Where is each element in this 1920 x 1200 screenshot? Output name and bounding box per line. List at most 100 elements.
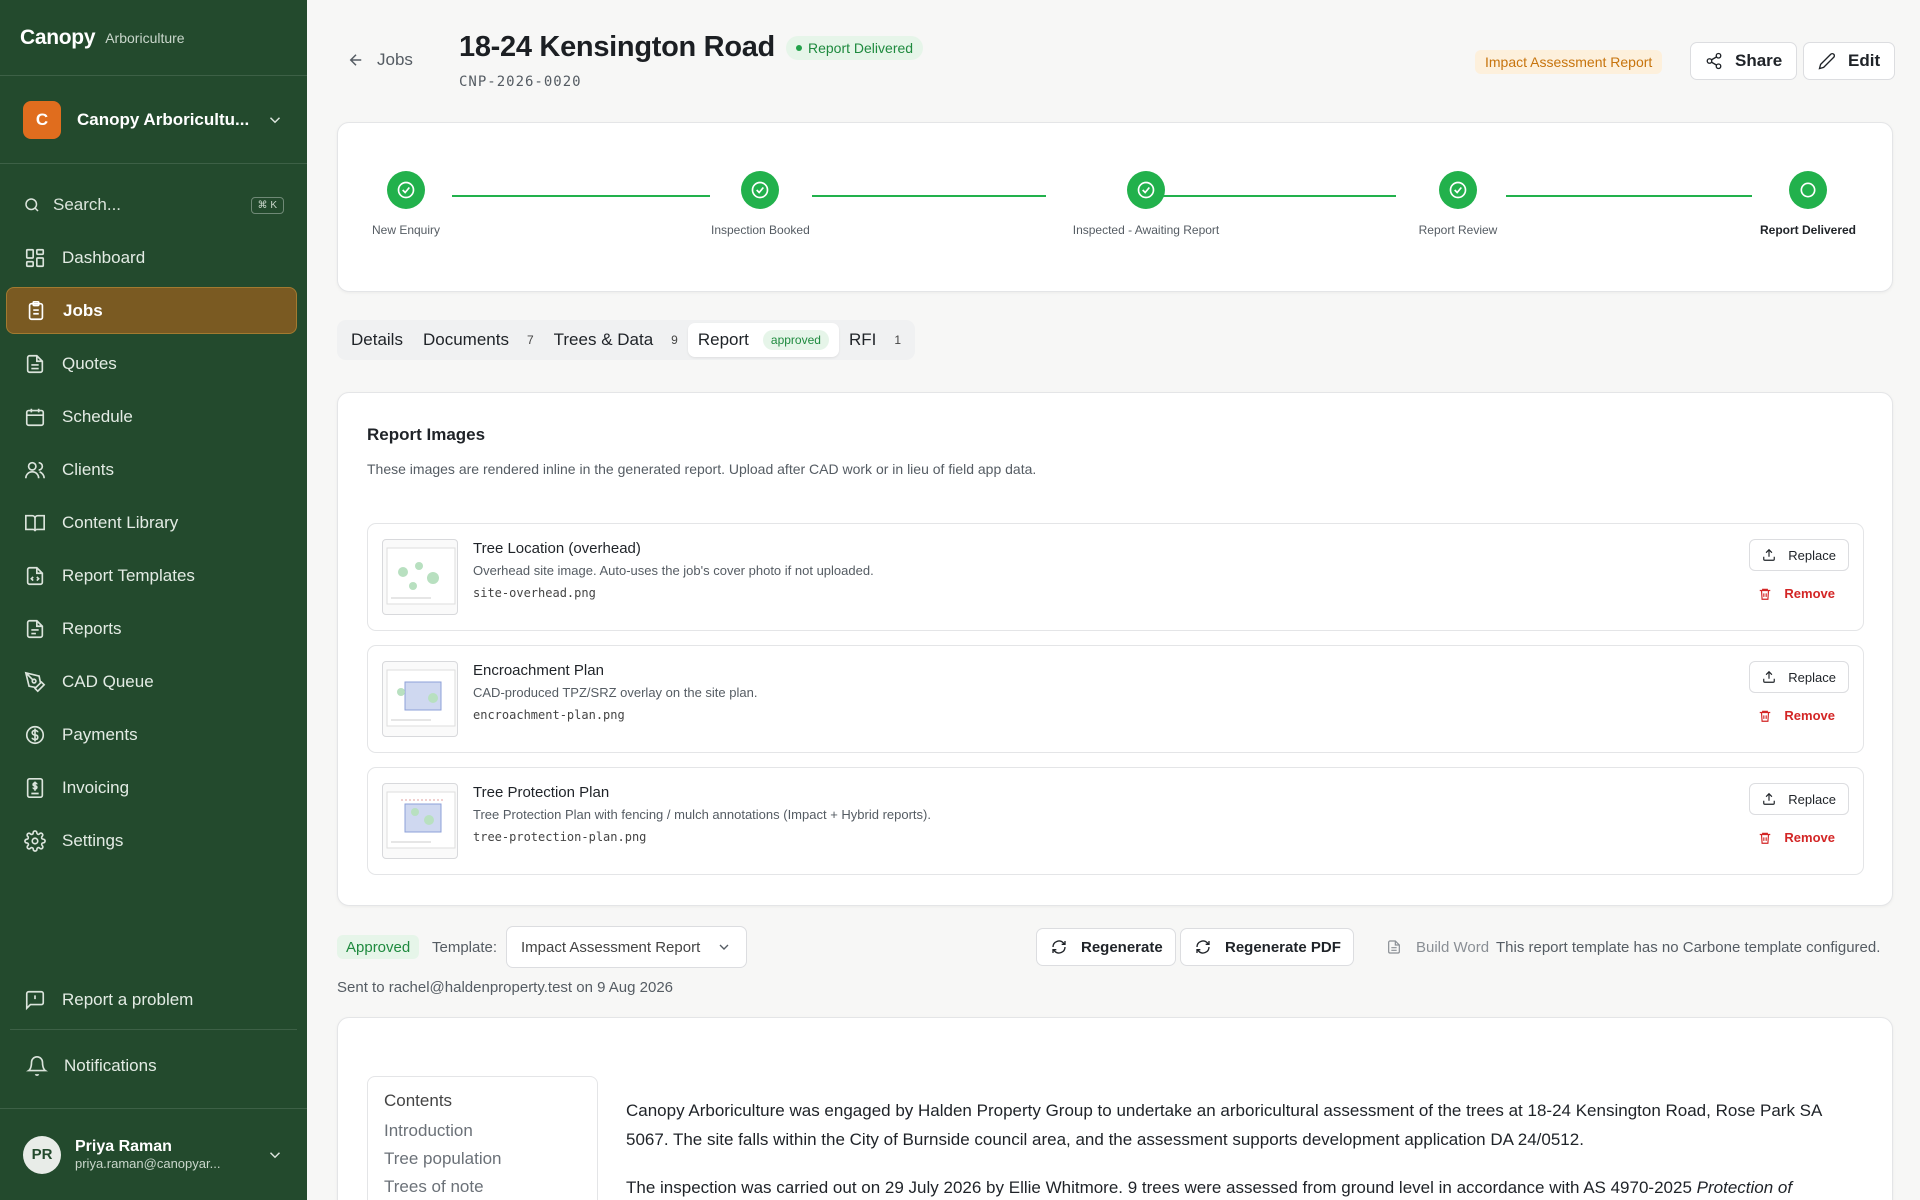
org-switcher[interactable]: C Canopy Arboricultu... <box>0 76 307 164</box>
file-text-icon <box>26 619 44 638</box>
replace-button[interactable]: Replace <box>1749 539 1849 571</box>
toc-item-tree-population[interactable]: Tree population <box>384 1149 581 1169</box>
build-word-button[interactable]: Build Word <box>1371 928 1502 966</box>
sidebar-item-label: Jobs <box>63 300 103 320</box>
user-menu[interactable]: PR Priya Raman priya.raman@canopyar... <box>0 1108 307 1200</box>
image-thumbnail[interactable] <box>382 661 458 737</box>
approved-badge: Approved <box>337 935 420 959</box>
step-label: Inspected - Awaiting Report <box>1072 223 1220 237</box>
section-title: Report Images <box>367 425 486 444</box>
table-of-contents: Contents Introduction Tree population Tr… <box>367 1076 598 1200</box>
file-icon <box>1388 940 1400 954</box>
calendar-icon <box>25 408 45 426</box>
sidebar-item-label: Payments <box>62 724 138 744</box>
user-info: Priya Raman priya.raman@canopyar... <box>75 1138 266 1171</box>
upload-icon <box>1763 670 1776 683</box>
sidebar-item-clients[interactable]: Clients <box>6 446 297 493</box>
brand[interactable]: Canopy Arboriculture <box>0 0 307 76</box>
sidebar-item-quotes[interactable]: Quotes <box>6 340 297 387</box>
remove-button[interactable]: Remove <box>1758 830 1835 845</box>
dashboard-icon <box>25 248 45 267</box>
step-connector <box>1506 195 1752 197</box>
chevron-down-icon <box>269 1151 281 1158</box>
regenerate-button[interactable]: Regenerate <box>1036 928 1176 966</box>
remove-button[interactable]: Remove <box>1758 586 1835 601</box>
sidebar-item-reports[interactable]: Reports <box>6 605 297 652</box>
share-button[interactable]: Share <box>1690 42 1798 80</box>
sidebar-item-invoicing[interactable]: Invoicing <box>6 764 297 811</box>
sidebar-item-label: Dashboard <box>62 247 146 267</box>
back-label: Jobs <box>377 50 413 69</box>
sidebar-item-label: Report Templates <box>62 565 195 585</box>
sidebar-item-jobs[interactable]: Jobs <box>6 287 297 334</box>
image-thumbnail[interactable] <box>382 783 458 859</box>
sidebar-item-content-library[interactable]: Content Library <box>6 499 297 546</box>
image-title: Tree Location (overhead) <box>473 540 641 557</box>
sidebar-item-schedule[interactable]: Schedule <box>6 393 297 440</box>
replace-button[interactable]: Replace <box>1749 661 1849 693</box>
carbone-note: This report template has no Carbone temp… <box>1496 939 1881 956</box>
remove-label: Remove <box>1784 830 1835 845</box>
dollar-circle-icon <box>25 725 45 744</box>
user-name: Priya Raman <box>75 1138 172 1155</box>
image-description: Tree Protection Plan with fencing / mulc… <box>473 807 931 822</box>
circle-icon <box>1789 171 1827 209</box>
sidebar-item-label: Quotes <box>62 353 117 373</box>
replace-label: Replace <box>1788 669 1836 685</box>
toc-item-trees-of-note[interactable]: Trees of note <box>384 1177 581 1197</box>
template-select-value: Impact Assessment Report <box>521 938 701 956</box>
image-thumbnail[interactable] <box>382 539 458 615</box>
notifications-button[interactable]: Notifications <box>6 1042 297 1089</box>
step-inspection-booked: Inspection Booked <box>711 171 810 237</box>
toc-item-introduction[interactable]: Introduction <box>384 1121 581 1141</box>
report-problem-button[interactable]: Report a problem <box>6 976 297 1023</box>
edit-label: Edit <box>1848 51 1881 70</box>
upload-icon <box>1763 548 1776 561</box>
step-inspected-awaiting-report: Inspected - Awaiting Report <box>1066 171 1226 237</box>
report-body: Canopy Arboriculture was engaged by Hald… <box>626 1096 1866 1200</box>
regenerate-pdf-button[interactable]: Regenerate PDF <box>1180 928 1354 966</box>
sidebar-item-cad-queue[interactable]: CAD Queue <box>6 658 297 705</box>
back-to-jobs-link[interactable]: Jobs <box>347 50 413 70</box>
trash-icon <box>1760 710 1771 722</box>
sidebar-item-report-templates[interactable]: Report Templates <box>6 552 297 599</box>
tab-documents[interactable]: Documents 7 <box>413 323 544 357</box>
brand-name: Canopy <box>20 25 96 49</box>
file-code-icon <box>26 566 44 585</box>
job-code: CNP-2026-0020 <box>459 74 582 90</box>
step-connector <box>452 195 710 197</box>
image-filename: encroachment-plan.png <box>473 708 625 722</box>
sidebar-item-dashboard[interactable]: Dashboard <box>6 234 297 281</box>
step-new-enquiry: New Enquiry <box>366 171 446 237</box>
sidebar-item-payments[interactable]: Payments <box>6 711 297 758</box>
template-select[interactable]: Impact Assessment Report <box>506 926 747 968</box>
tab-report[interactable]: Report approved <box>687 323 839 357</box>
image-description: CAD-produced TPZ/SRZ overlay on the site… <box>473 685 758 700</box>
tab-details[interactable]: Details <box>341 323 413 357</box>
remove-button[interactable]: Remove <box>1758 708 1835 723</box>
chevron-down-icon <box>269 116 281 123</box>
trash-icon <box>1760 588 1771 600</box>
tab-label: Report <box>697 330 749 349</box>
replace-button[interactable]: Replace <box>1749 783 1849 815</box>
divider <box>10 1029 297 1030</box>
page-title: 18-24 Kensington Road <box>459 31 775 63</box>
share-icon <box>1706 52 1722 70</box>
sidebar-item-settings[interactable]: Settings <box>6 817 297 864</box>
tab-label: RFI <box>848 330 877 349</box>
remove-label: Remove <box>1784 586 1835 601</box>
tab-count: 1 <box>894 333 902 347</box>
sidebar-search[interactable]: Search... ⌘ K <box>23 190 284 220</box>
step-label: Inspection Booked <box>711 223 810 237</box>
avatar: PR <box>23 1135 61 1174</box>
replace-label: Replace <box>1788 547 1836 563</box>
tab-rfi[interactable]: RFI 1 <box>839 323 911 357</box>
build-word-label: Build Word <box>1416 938 1490 956</box>
tab-trees-data[interactable]: Trees & Data 9 <box>544 323 688 357</box>
check-circle-icon <box>387 171 425 209</box>
users-icon <box>25 461 45 478</box>
edit-button[interactable]: Edit <box>1803 42 1896 80</box>
sidebar-item-label: Reports <box>62 618 122 638</box>
step-report-review: Report Review <box>1413 171 1503 237</box>
tab-count: 9 <box>671 333 678 347</box>
